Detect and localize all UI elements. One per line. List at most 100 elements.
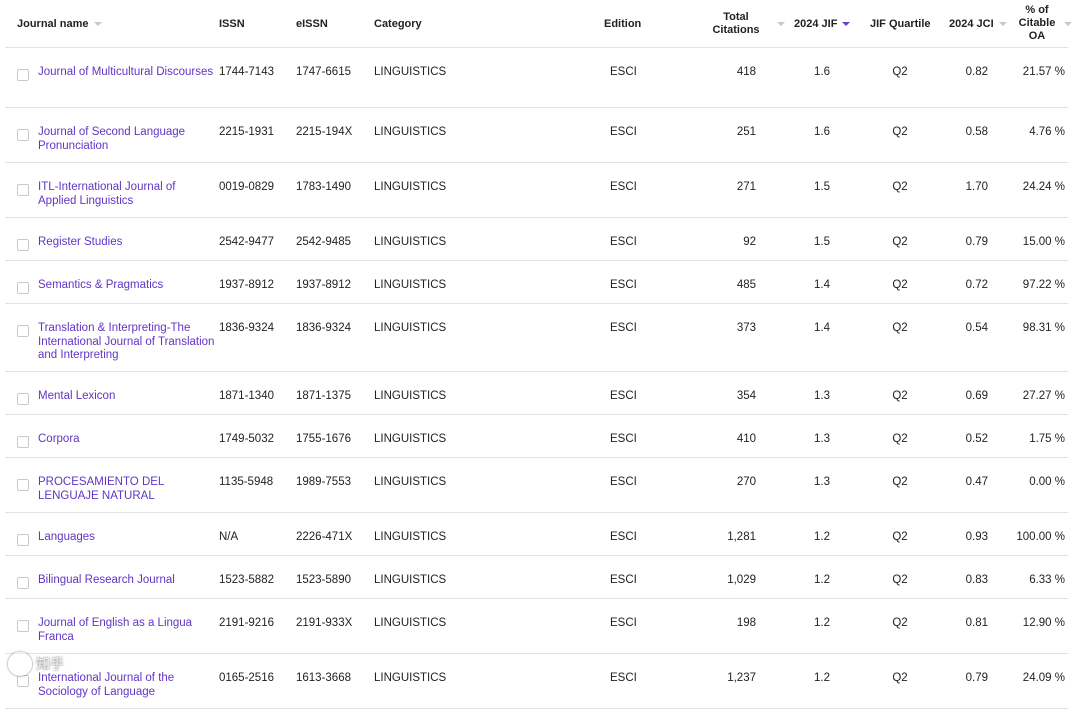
jif-cell: 1.2 bbox=[814, 574, 830, 586]
journal-name-link[interactable]: Mental Lexicon bbox=[38, 390, 216, 404]
journal-name-link[interactable]: Semantics & Pragmatics bbox=[38, 279, 216, 293]
col-oa-sort[interactable] bbox=[1059, 0, 1072, 47]
citable-oa-cell: 12.90 % bbox=[1022, 617, 1065, 629]
col-total-citations[interactable]: Total Citations bbox=[711, 0, 761, 47]
citations-cell: 270 bbox=[736, 476, 756, 488]
eissn-cell: 2191-933X bbox=[296, 617, 353, 629]
category-cell: LINGUISTICS bbox=[374, 433, 447, 445]
table-row: Corpora 1749-5032 1755-1676 LINGUISTICS ESCI… bbox=[5, 415, 1068, 458]
journal-name-link[interactable]: Corpora bbox=[38, 433, 216, 447]
table-row: Languages N/A 2226-471X LINGUISTICS ESCI 1,28… bbox=[5, 513, 1068, 556]
quartile-cell: Q2 bbox=[892, 617, 908, 629]
category-cell: LINGUISTICS bbox=[374, 279, 447, 291]
journal-name-link[interactable]: Journal of Multicultural Discourses bbox=[38, 66, 216, 80]
jci-cell: 0.79 bbox=[965, 672, 988, 684]
quartile-cell: Q2 bbox=[892, 322, 908, 334]
jci-cell: 0.82 bbox=[965, 66, 988, 78]
citations-cell: 354 bbox=[736, 390, 756, 402]
table-row: PROCESAMIENTO DEL LENGUAJE NATURAL 1135-5… bbox=[5, 458, 1068, 513]
edition-cell: ESCI bbox=[610, 236, 637, 248]
eissn-cell: 1613-3668 bbox=[296, 672, 351, 684]
table-row: Bilingual Research Journal 1523-5882 1523-… bbox=[5, 556, 1068, 599]
row-checkbox[interactable] bbox=[17, 436, 29, 448]
issn-cell: 2191-9216 bbox=[219, 617, 274, 629]
col-citable-oa[interactable]: % of Citable OA bbox=[1017, 0, 1057, 47]
journal-name-link[interactable]: PROCESAMIENTO DEL LENGUAJE NATURAL bbox=[38, 476, 216, 503]
row-checkbox[interactable] bbox=[17, 479, 29, 491]
jif-cell: 1.3 bbox=[814, 476, 830, 488]
row-checkbox[interactable] bbox=[17, 675, 29, 687]
edition-cell: ESCI bbox=[610, 574, 637, 586]
journal-name-link[interactable]: ITL-International Journal of Applied Lin… bbox=[38, 181, 216, 208]
journal-name-link[interactable]: Journal of English as a Lingua Franca bbox=[38, 617, 216, 644]
category-cell: LINGUISTICS bbox=[374, 617, 447, 629]
row-checkbox[interactable] bbox=[17, 577, 29, 589]
quartile-cell: Q2 bbox=[892, 236, 908, 248]
jif-cell: 1.2 bbox=[814, 531, 830, 543]
row-checkbox[interactable] bbox=[17, 393, 29, 405]
edition-cell: ESCI bbox=[610, 181, 637, 193]
sort-active-arrow-icon[interactable] bbox=[842, 21, 851, 26]
jci-cell: 1.70 bbox=[965, 181, 988, 193]
sort-arrow-icon[interactable] bbox=[1064, 21, 1072, 26]
issn-cell: 0019-0829 bbox=[219, 181, 274, 193]
sort-arrow-icon[interactable] bbox=[777, 21, 785, 26]
col-total-citations-label: Total Citations bbox=[712, 10, 760, 36]
row-checkbox[interactable] bbox=[17, 184, 29, 196]
jci-cell: 0.83 bbox=[965, 574, 988, 586]
table-header: Journal name ISSN eISSN Category Edition… bbox=[5, 0, 1072, 48]
issn-cell: 2215-1931 bbox=[219, 126, 274, 138]
journal-name-link[interactable]: Languages bbox=[38, 531, 216, 545]
journal-table: Journal name ISSN eISSN Category Edition… bbox=[5, 0, 1072, 709]
jci-cell: 0.54 bbox=[965, 322, 988, 334]
sort-arrow-icon[interactable] bbox=[998, 21, 1007, 26]
table-row: International Journal of the Sociology o… bbox=[5, 654, 1068, 709]
col-jci[interactable]: 2024 JCI bbox=[949, 0, 1007, 47]
row-checkbox[interactable] bbox=[17, 69, 29, 81]
table-row: Semantics & Pragmatics 1937-8912 1937-8912… bbox=[5, 261, 1068, 304]
eissn-cell: 1836-9324 bbox=[296, 322, 351, 334]
jci-cell: 0.81 bbox=[965, 617, 988, 629]
citable-oa-cell: 6.33 % bbox=[1029, 574, 1065, 586]
citable-oa-cell: 98.31 % bbox=[1022, 322, 1065, 334]
citations-cell: 418 bbox=[736, 66, 756, 78]
citations-cell: 251 bbox=[736, 126, 756, 138]
edition-cell: ESCI bbox=[610, 617, 637, 629]
row-checkbox[interactable] bbox=[17, 325, 29, 337]
citable-oa-cell: 24.24 % bbox=[1022, 181, 1065, 193]
sort-arrow-icon[interactable] bbox=[93, 21, 102, 26]
category-cell: LINGUISTICS bbox=[374, 476, 447, 488]
col-jif[interactable]: 2024 JIF bbox=[794, 0, 851, 47]
citations-cell: 410 bbox=[736, 433, 756, 445]
col-edition: Edition bbox=[604, 0, 641, 47]
row-checkbox[interactable] bbox=[17, 620, 29, 632]
issn-cell: 1871-1340 bbox=[219, 390, 274, 402]
journal-name-link[interactable]: Register Studies bbox=[38, 236, 216, 250]
watermark: 知乎 bbox=[8, 652, 64, 676]
issn-cell: 1135-5948 bbox=[219, 476, 274, 488]
eissn-cell: 1783-1490 bbox=[296, 181, 351, 193]
issn-cell: 0165-2516 bbox=[219, 672, 274, 684]
category-cell: LINGUISTICS bbox=[374, 574, 447, 586]
col-citations-sort[interactable] bbox=[772, 0, 785, 47]
col-issn: ISSN bbox=[219, 0, 245, 47]
jif-cell: 1.2 bbox=[814, 672, 830, 684]
col-journal-name[interactable]: Journal name bbox=[17, 0, 102, 47]
journal-name-link[interactable]: Bilingual Research Journal bbox=[38, 574, 216, 588]
row-checkbox[interactable] bbox=[17, 282, 29, 294]
quartile-cell: Q2 bbox=[892, 126, 908, 138]
jif-cell: 1.2 bbox=[814, 617, 830, 629]
citable-oa-cell: 15.00 % bbox=[1022, 236, 1065, 248]
issn-cell: 1749-5032 bbox=[219, 433, 274, 445]
issn-cell: 1937-8912 bbox=[219, 279, 274, 291]
col-issn-label: ISSN bbox=[219, 17, 245, 30]
row-checkbox[interactable] bbox=[17, 129, 29, 141]
row-checkbox[interactable] bbox=[17, 239, 29, 251]
citations-cell: 1,029 bbox=[727, 574, 756, 586]
journal-name-link[interactable]: Translation & Interpreting-The Internati… bbox=[38, 322, 216, 363]
row-checkbox[interactable] bbox=[17, 534, 29, 546]
col-jif-label: 2024 JIF bbox=[794, 17, 838, 30]
col-category-label: Category bbox=[374, 17, 422, 30]
journal-name-link[interactable]: International Journal of the Sociology o… bbox=[38, 672, 216, 699]
journal-name-link[interactable]: Journal of Second Language Pronunciation bbox=[38, 126, 216, 153]
